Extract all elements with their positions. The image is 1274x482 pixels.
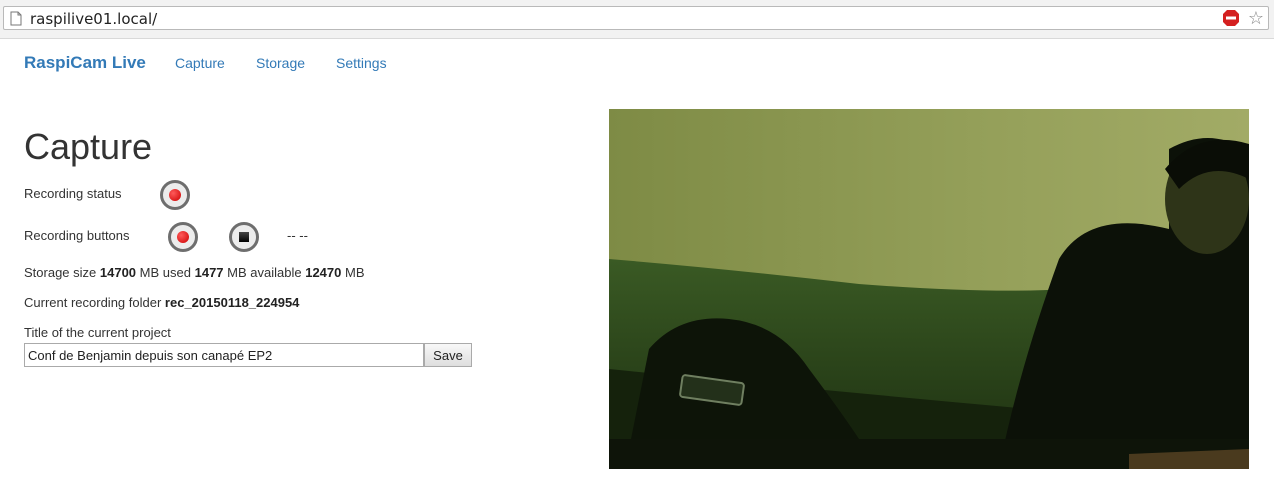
recording-timer: -- --: [287, 228, 308, 243]
storage-unit-available: MB available: [227, 265, 302, 280]
brand-link[interactable]: RaspiCam Live: [24, 53, 146, 73]
storage-unit-used: MB used: [139, 265, 191, 280]
star-icon[interactable]: ☆: [1248, 8, 1264, 28]
nav-settings[interactable]: Settings: [336, 55, 387, 71]
url-text[interactable]: raspilive01.local/: [30, 10, 157, 28]
browser-toolbar: raspilive01.local/ ☆: [0, 0, 1274, 39]
navbar: RaspiCam Live Capture Storage Settings: [0, 39, 1274, 89]
folder-name: rec_20150118_224954: [164, 295, 300, 310]
project-title-input[interactable]: [24, 343, 424, 367]
recording-status-indicator: [160, 180, 190, 210]
video-frame: [609, 109, 1249, 469]
record-icon: [169, 189, 181, 201]
save-button[interactable]: Save: [424, 343, 472, 367]
stop-button[interactable]: [229, 222, 259, 252]
live-video-feed: [609, 109, 1249, 469]
storage-available-value: 12470: [305, 265, 342, 280]
storage-unit: MB: [345, 265, 365, 280]
no-entry-extension-icon[interactable]: [1222, 9, 1240, 27]
recording-folder-info: Current recording folder rec_20150118_22…: [24, 295, 299, 310]
recording-buttons-label: Recording buttons: [24, 228, 130, 243]
storage-info: Storage size 14700 MB used 1477 MB avail…: [24, 265, 365, 280]
storage-used-value: 1477: [194, 265, 224, 280]
stop-icon: [239, 232, 249, 242]
record-button[interactable]: [168, 222, 198, 252]
project-title-label: Title of the current project: [24, 325, 171, 340]
page-title: Capture: [24, 126, 153, 167]
folder-prefix: Current recording folder: [24, 295, 162, 310]
recording-status-label: Recording status: [24, 186, 122, 201]
nav-capture[interactable]: Capture: [175, 55, 225, 71]
address-bar[interactable]: raspilive01.local/ ☆: [3, 6, 1269, 30]
page-icon: [10, 11, 22, 26]
nav-storage[interactable]: Storage: [256, 55, 305, 71]
record-icon: [177, 231, 189, 243]
storage-size-value: 14700: [99, 265, 137, 280]
storage-prefix: Storage size: [24, 265, 97, 280]
